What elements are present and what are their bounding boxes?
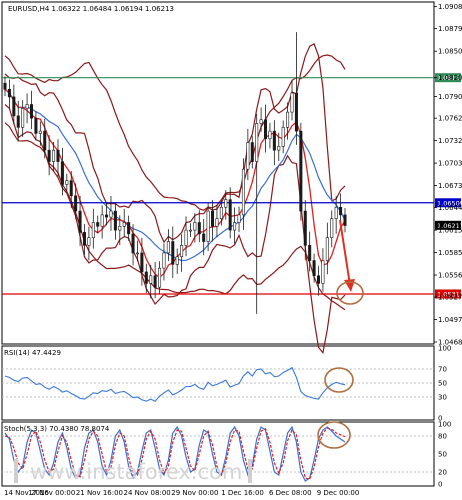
time-tick-label: 21 Nov 16:00 <box>76 489 123 497</box>
watermark-bracket-right <box>248 459 252 483</box>
price-tick-label: 1.07030 <box>438 160 462 168</box>
price-tick-label: 1.08205 <box>438 74 462 82</box>
rsi-axis-label: 100 <box>438 345 451 353</box>
chart-window: 1.081521.065091.062131.05311 1.090851.08… <box>0 0 462 500</box>
time-tick-label: 9 Dec 00:00 <box>317 489 360 497</box>
symbol-info: EURUSD,H4 1.06322 1.06484 1.06194 1.0621… <box>8 5 174 13</box>
rsi-label: RSI(14) 47.4429 <box>4 349 61 357</box>
price-tick-label: 1.05270 <box>438 294 462 302</box>
rsi-axis-label: 50 <box>438 380 447 388</box>
stoch-axis-label: 100 <box>438 421 451 429</box>
price-tick-label: 1.07325 <box>438 137 462 145</box>
price-tick-label: 1.07905 <box>438 93 462 101</box>
stoch-axis-label: 80 <box>438 433 447 441</box>
price-tick-label: 1.05560 <box>438 272 462 280</box>
stoch-axis-label: 20 <box>438 469 447 477</box>
watermark-bracket-left <box>14 459 18 483</box>
candle <box>299 122 303 221</box>
price-tick-label: 1.09085 <box>438 3 462 11</box>
time-tick-label: 1 Dec 16:00 <box>221 489 264 497</box>
time-tick-label: 24 Nov 08:00 <box>124 489 171 497</box>
price-tick-label: 1.06150 <box>438 227 462 235</box>
price-axis: 1.09085 1.08798 1.08500 1.08205 1.07905 1.076… <box>434 3 462 347</box>
rsi-axis-label: 70 <box>438 366 447 374</box>
chart-canvas: 1.081521.065091.062131.05311 1.090851.08… <box>1 1 462 497</box>
price-tick-label: 1.06735 <box>438 182 462 190</box>
watermark: www.instaforex.com <box>30 460 242 484</box>
price-tick-label: 1.05855 <box>438 249 462 257</box>
time-tick-label: 29 Nov 00:00 <box>171 489 218 497</box>
main-panel <box>1 1 435 345</box>
stoch-label: Stoch(5,3,3) 70.4380 78.8074 <box>4 425 110 433</box>
stoch-axis-label: 50 <box>438 451 447 459</box>
time-tick-label: 17 Nov 00:00 <box>28 489 75 497</box>
stoch-axis-label: 0 <box>438 481 442 489</box>
time-axis: 14 Nov 201617 Nov 00:00 21 Nov 16:00 24 No… <box>4 489 359 497</box>
price-tick-label: 1.04975 <box>438 316 462 324</box>
rsi-axis-label: 30 <box>438 394 447 402</box>
price-tick-label: 1.08500 <box>438 48 462 56</box>
price-tick-label: 1.06445 <box>438 204 462 212</box>
price-tick-label: 1.08798 <box>438 25 462 33</box>
time-tick-label: 6 Dec 08:00 <box>269 489 312 497</box>
price-tick-label: 1.07620 <box>438 115 462 123</box>
